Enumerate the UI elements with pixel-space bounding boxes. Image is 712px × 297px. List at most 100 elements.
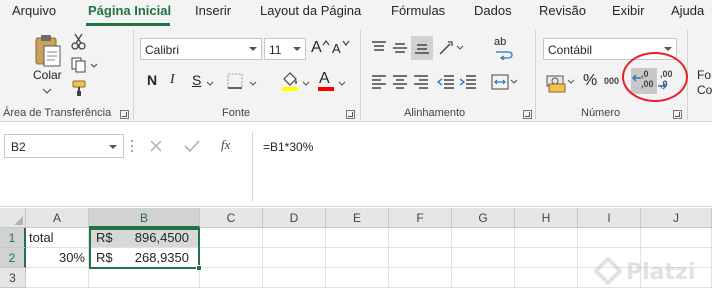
column-header-e[interactable]: E: [326, 208, 389, 228]
font-name-select[interactable]: Calibri: [140, 38, 262, 60]
merge-center-icon[interactable]: [490, 72, 520, 92]
formula-bar-splitter[interactable]: [130, 136, 134, 156]
font-size-select[interactable]: 11: [264, 38, 306, 60]
align-left-icon[interactable]: [369, 72, 389, 92]
paste-dropdown-icon[interactable]: [37, 84, 57, 94]
cell-h3[interactable]: [515, 268, 578, 288]
cell-f3[interactable]: [389, 268, 452, 288]
paste-icon[interactable]: [33, 34, 63, 68]
formula-input[interactable]: =B1*30%: [252, 132, 712, 202]
grow-font-button[interactable]: A: [310, 38, 330, 60]
tab-inserir[interactable]: Inserir: [195, 3, 231, 18]
fill-color-icon[interactable]: [280, 70, 300, 92]
cell-d2[interactable]: [263, 248, 326, 268]
orientation-icon[interactable]: [436, 38, 466, 58]
alignment-launcher-icon[interactable]: [523, 110, 532, 119]
cell-a3[interactable]: [26, 268, 89, 288]
paste-label[interactable]: Colar: [33, 68, 62, 82]
column-header-h[interactable]: H: [515, 208, 578, 228]
cell-g1[interactable]: [452, 228, 515, 248]
bold-button[interactable]: N: [147, 72, 157, 88]
row-header-3[interactable]: 3: [0, 268, 26, 288]
align-right-icon[interactable]: [411, 72, 431, 92]
number-format-value: Contábil: [548, 43, 593, 57]
cell-c2[interactable]: [200, 248, 263, 268]
column-header-j[interactable]: J: [641, 208, 712, 228]
cell-e3[interactable]: [326, 268, 389, 288]
cell-d3[interactable]: [263, 268, 326, 288]
cell-b1[interactable]: R$ 896,4500: [89, 228, 200, 248]
number-group-label: Número: [581, 107, 621, 119]
cell-a1[interactable]: total: [26, 228, 89, 248]
cell-e2[interactable]: [326, 248, 389, 268]
tab-ajuda[interactable]: Ajuda: [671, 3, 704, 18]
fill-color-dropdown-icon[interactable]: [301, 77, 311, 86]
cell-e1[interactable]: [326, 228, 389, 248]
cell-g2[interactable]: [452, 248, 515, 268]
tab-dados[interactable]: Dados: [474, 3, 512, 18]
column-header-i[interactable]: I: [578, 208, 641, 228]
cell-a2[interactable]: 30%: [26, 248, 89, 268]
column-header-c[interactable]: C: [200, 208, 263, 228]
font-size-value: 11: [269, 43, 282, 57]
italic-button[interactable]: I: [170, 72, 175, 88]
increase-indent-icon[interactable]: [458, 72, 478, 92]
cell-b2[interactable]: R$ 268,9350: [89, 248, 200, 268]
shrink-font-button[interactable]: A: [331, 38, 351, 60]
copy-icon[interactable]: [70, 56, 100, 74]
column-header-f[interactable]: F: [389, 208, 452, 228]
tab-layout-da-pagina[interactable]: Layout da Página: [260, 3, 361, 18]
underline-dropdown-icon[interactable]: [205, 77, 215, 86]
column-header-b[interactable]: B: [89, 208, 200, 228]
cell-i1[interactable]: [578, 228, 641, 248]
format-painter-icon[interactable]: [70, 79, 88, 97]
decrease-indent-icon[interactable]: [436, 72, 456, 92]
tab-arquivo[interactable]: Arquivo: [12, 3, 56, 18]
column-header-d[interactable]: D: [263, 208, 326, 228]
align-middle-icon[interactable]: [390, 38, 410, 58]
chevron-down-icon: [249, 47, 257, 51]
cell-b3[interactable]: [89, 268, 200, 288]
underline-button[interactable]: S: [192, 72, 201, 88]
column-header-a[interactable]: A: [26, 208, 89, 228]
row-header-1[interactable]: 1: [0, 228, 26, 248]
borders-icon[interactable]: [226, 72, 246, 92]
tab-formulas[interactable]: Fórmulas: [391, 3, 445, 18]
cell-d1[interactable]: [263, 228, 326, 248]
align-bottom-icon[interactable]: [411, 36, 433, 60]
borders-dropdown-icon[interactable]: [248, 77, 258, 86]
wrap-text-button[interactable]: ab: [492, 36, 514, 60]
number-launcher-icon[interactable]: [673, 110, 682, 119]
cell-f2[interactable]: [389, 248, 452, 268]
align-top-icon[interactable]: [369, 38, 389, 58]
clipboard-launcher-icon[interactable]: [120, 110, 129, 119]
insert-function-button[interactable]: fx: [216, 134, 240, 158]
percent-style-button[interactable]: %: [583, 72, 597, 90]
align-center-icon[interactable]: [390, 72, 410, 92]
column-header-g[interactable]: G: [452, 208, 515, 228]
cell-c3[interactable]: [200, 268, 263, 288]
comma-style-button[interactable]: 000: [604, 76, 619, 86]
fill-handle[interactable]: [196, 265, 202, 271]
tab-exibir[interactable]: Exibir: [612, 3, 645, 18]
cancel-icon[interactable]: [144, 134, 168, 158]
cell-g3[interactable]: [452, 268, 515, 288]
cell-f1[interactable]: [389, 228, 452, 248]
font-launcher-icon[interactable]: [346, 110, 355, 119]
tab-pagina-inicial[interactable]: Página Inicial: [88, 3, 171, 18]
enter-icon[interactable]: [180, 134, 204, 158]
font-color-dropdown-icon[interactable]: [337, 77, 347, 86]
tab-revisao[interactable]: Revisão: [539, 3, 586, 18]
cell-j1[interactable]: [641, 228, 712, 248]
accounting-format-icon[interactable]: [545, 70, 577, 94]
conditional-format-label-partial[interactable]: Fo: [697, 68, 711, 82]
name-box[interactable]: B2: [4, 134, 124, 158]
cell-h1[interactable]: [515, 228, 578, 248]
conditional-format-label-partial-2[interactable]: Co: [697, 83, 712, 97]
row-header-2[interactable]: 2: [0, 248, 26, 268]
cell-c1[interactable]: [200, 228, 263, 248]
cell-h2[interactable]: [515, 248, 578, 268]
cut-icon[interactable]: [70, 32, 88, 50]
select-all-button[interactable]: [0, 208, 26, 228]
font-color-button[interactable]: A: [316, 70, 336, 92]
